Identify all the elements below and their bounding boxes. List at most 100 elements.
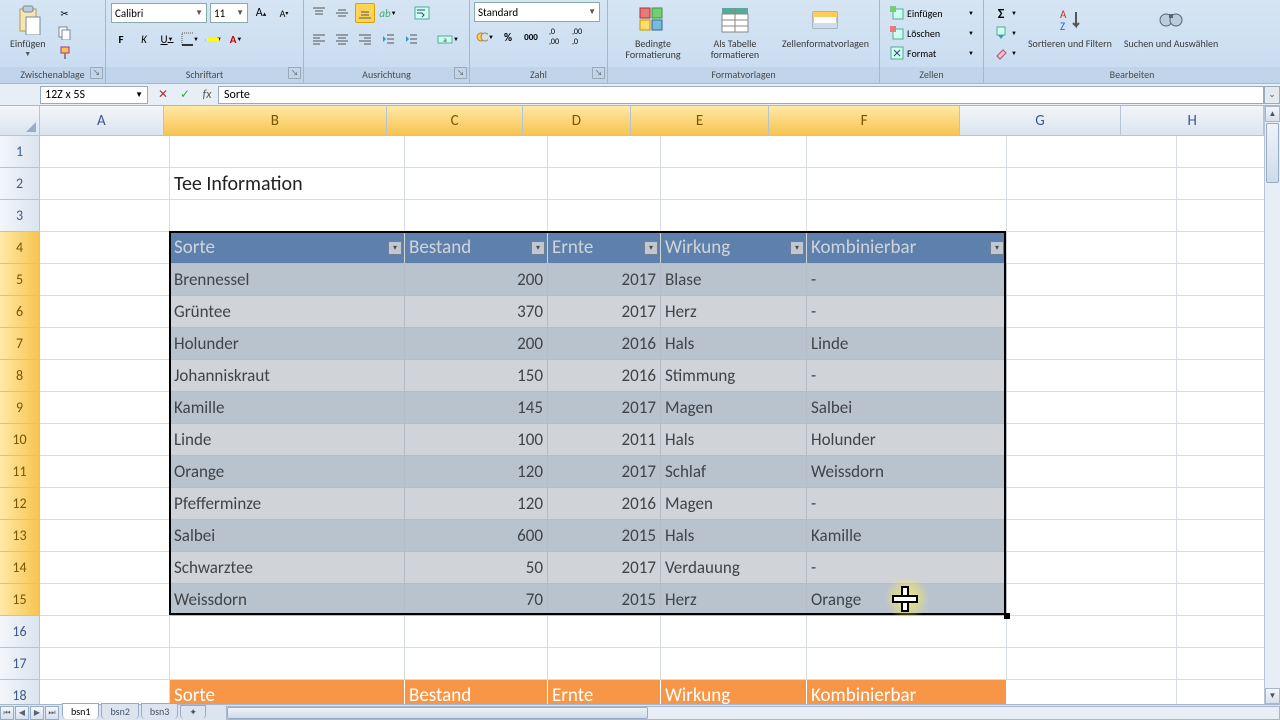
row-header-15[interactable]: 15 [0,584,40,616]
cell[interactable] [40,488,170,520]
underline-button[interactable]: U▼ [157,29,177,49]
cell[interactable]: 2016 [548,488,661,520]
row-header-7[interactable]: 7 [0,328,40,360]
cell[interactable]: Ernte▾ [548,232,661,264]
cell[interactable]: - [807,296,1007,328]
cell[interactable]: Schwarztee [170,552,405,584]
cell[interactable]: Pfefferminze [170,488,405,520]
cell[interactable]: Blase [661,264,807,296]
column-headers[interactable]: ABCDEFGH [40,106,1264,136]
cell[interactable] [661,136,807,168]
cell[interactable] [40,360,170,392]
cell[interactable] [1007,616,1177,648]
cell[interactable] [40,136,170,168]
scroll-thumb[interactable] [1266,123,1279,183]
row-headers[interactable]: 123456789101112131415161718 [0,136,40,704]
align-bottom-button[interactable] [355,3,375,23]
cell[interactable] [661,616,807,648]
cell[interactable]: Holunder [807,424,1007,456]
increase-indent-button[interactable] [401,29,421,49]
cell[interactable]: Linde [807,328,1007,360]
column-header-E[interactable]: E [631,106,770,136]
formula-input[interactable]: Sorte [218,86,1264,104]
row-header-14[interactable]: 14 [0,552,40,584]
cell[interactable]: Johanniskraut [170,360,405,392]
accounting-button[interactable]: ▼ [475,27,495,47]
enter-formula-button[interactable]: ✓ [174,87,196,102]
cell[interactable] [1007,168,1177,200]
sort-filter-button[interactable]: AZ Sortieren und Filtern [1022,2,1118,51]
cell[interactable] [548,648,661,680]
cell[interactable]: - [807,264,1007,296]
cell[interactable]: 600 [405,520,548,552]
cell[interactable] [40,616,170,648]
scroll-up-button[interactable]: ▲ [1265,106,1280,122]
cell[interactable] [1007,264,1177,296]
decrease-indent-button[interactable] [378,29,398,49]
cell[interactable] [40,264,170,296]
increase-decimal-button[interactable]: ,0,00 [544,27,564,47]
row-header-13[interactable]: 13 [0,520,40,552]
cell[interactable] [548,200,661,232]
cell[interactable]: 120 [405,456,548,488]
cell[interactable]: Kamille [807,520,1007,552]
cell[interactable] [405,648,548,680]
dialog-launcher[interactable]: ↘ [592,67,605,79]
cell[interactable] [661,200,807,232]
cell[interactable] [1007,136,1177,168]
cell[interactable] [661,648,807,680]
font-name-combo[interactable]: Calibri▼ [111,3,207,23]
italic-button[interactable]: K [134,29,154,49]
cell[interactable]: Kamille [170,392,405,424]
sheet-tab-bsn1[interactable]: bsn1 [62,703,99,719]
cell[interactable]: - [807,360,1007,392]
cell[interactable]: Herz [661,584,807,616]
row-header-12[interactable]: 12 [0,488,40,520]
cell[interactable]: Tee Information [170,168,405,200]
column-header-G[interactable]: G [960,106,1122,136]
grow-font-button[interactable]: A▴ [251,3,271,23]
percent-button[interactable]: % [498,27,518,47]
cell[interactable]: 2011 [548,424,661,456]
cell[interactable]: 200 [405,328,548,360]
cell[interactable] [1007,360,1177,392]
cell[interactable] [661,168,807,200]
formula-expand-button[interactable]: ⌄ [1264,86,1280,104]
sheet-tab-bsn3[interactable]: bsn3 [141,703,178,719]
cell[interactable] [40,200,170,232]
cell[interactable]: Kombinierbar [807,680,1007,704]
row-header-11[interactable]: 11 [0,456,40,488]
cell[interactable] [40,648,170,680]
column-header-D[interactable]: D [523,106,630,136]
align-center-button[interactable] [332,29,352,49]
cell[interactable]: Weissdorn [170,584,405,616]
cell[interactable] [40,392,170,424]
cell[interactable]: 100 [405,424,548,456]
cell[interactable] [170,648,405,680]
cell[interactable]: Weissdorn [807,456,1007,488]
cell[interactable]: Wirkung [661,680,807,704]
cell[interactable]: 2017 [548,552,661,584]
paste-button[interactable]: Einfügen ▼ [4,2,52,60]
cell[interactable]: 70 [405,584,548,616]
cell[interactable]: 200 [405,264,548,296]
cell[interactable] [1007,680,1177,704]
filter-button[interactable]: ▾ [790,241,804,255]
cell[interactable]: 120 [405,488,548,520]
vertical-scrollbar[interactable]: ▲ ▼ [1264,106,1280,704]
row-header-18[interactable]: 18 [0,680,40,704]
cell[interactable] [40,552,170,584]
font-size-combo[interactable]: 11▼ [210,3,248,23]
cell[interactable] [1007,424,1177,456]
cell[interactable] [1007,328,1177,360]
cancel-formula-button[interactable]: ✕ [152,87,174,102]
align-middle-button[interactable] [332,3,352,23]
cell[interactable] [807,200,1007,232]
align-top-button[interactable] [309,3,329,23]
delete-cells-button[interactable]: Löschen▼ [886,24,977,42]
cell[interactable]: 2015 [548,520,661,552]
row-header-9[interactable]: 9 [0,392,40,424]
row-header-6[interactable]: 6 [0,296,40,328]
cell[interactable]: Holunder [170,328,405,360]
cell[interactable] [1007,296,1177,328]
